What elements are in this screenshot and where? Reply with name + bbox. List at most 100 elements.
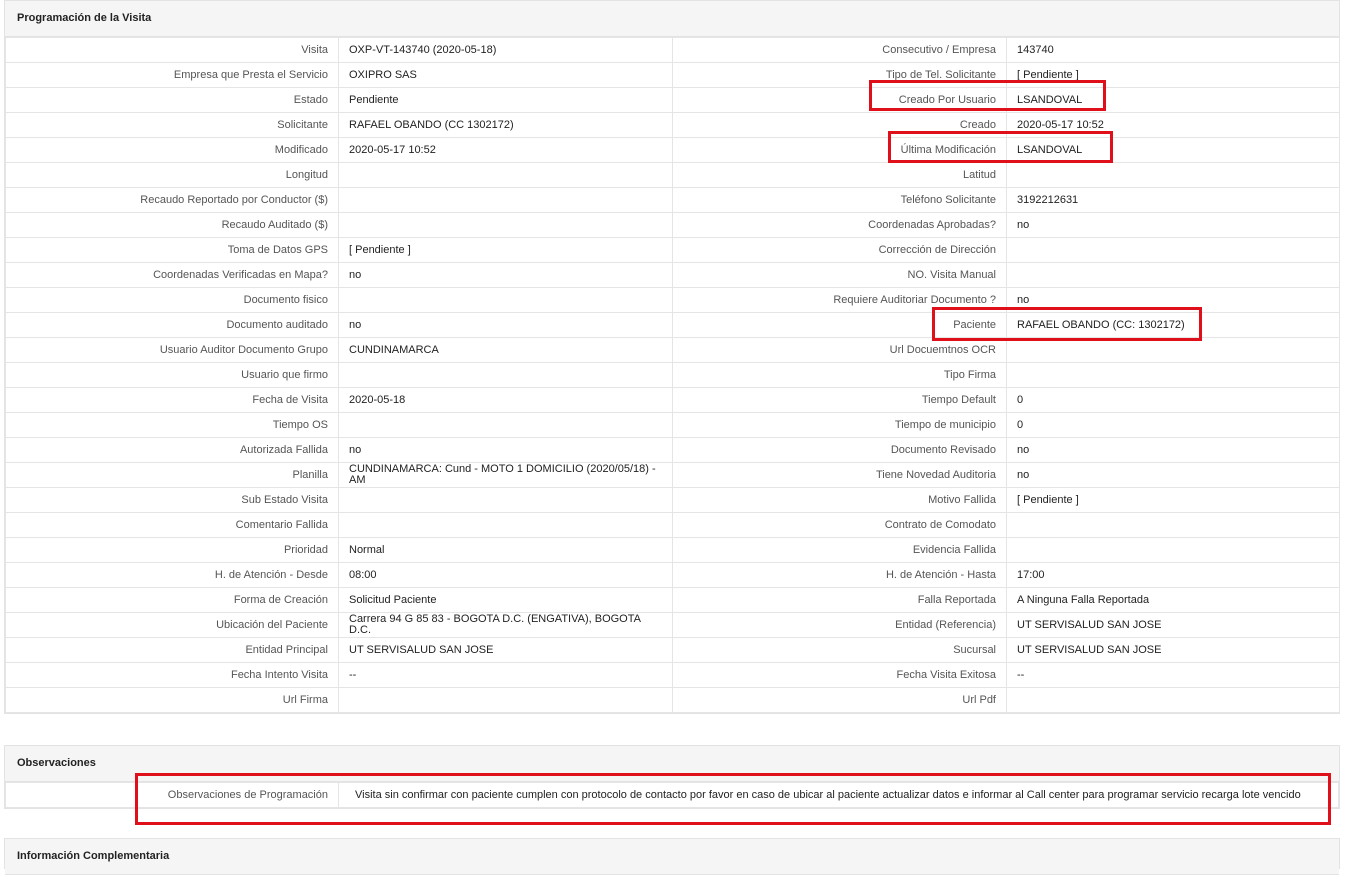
field-value-left: no <box>338 312 673 338</box>
table-row: Estado Pendiente Creado Por Usuario LSANDOV… <box>5 87 1340 113</box>
field-label-left: Tiempo OS <box>5 412 339 438</box>
field-value-left <box>338 362 673 388</box>
field-value-left <box>338 212 673 238</box>
field-value-right: RAFAEL OBANDO (CC: 1302172) <box>1006 312 1340 338</box>
field-value-right: no <box>1006 212 1340 238</box>
field-label-left: Documento auditado <box>5 312 339 338</box>
field-label-right: Corrección de Dirección <box>672 237 1007 263</box>
field-value-right <box>1006 512 1340 538</box>
field-label-left: Sub Estado Visita <box>5 487 339 513</box>
field-label-right: Consecutivo / Empresa <box>672 37 1007 63</box>
table-row: Usuario Auditor Documento Grupo CUNDINAMA… <box>5 337 1340 363</box>
field-label-left: Modificado <box>5 137 339 163</box>
field-value-left <box>338 412 673 438</box>
field-label-right: H. de Atención - Hasta <box>672 562 1007 588</box>
table-row: Empresa que Presta el Servicio OXIPRO SAS… <box>5 62 1340 88</box>
field-value-left <box>338 512 673 538</box>
field-label-left: Usuario que firmo <box>5 362 339 388</box>
field-value-left <box>338 162 673 188</box>
field-value-right: 17:00 <box>1006 562 1340 588</box>
field-label-right: Url Docuemtnos OCR <box>672 337 1007 363</box>
observaciones-table: Observaciones de Programación Visita sin… <box>5 782 1339 808</box>
field-label-right: Coordenadas Aprobadas? <box>672 212 1007 238</box>
table-row: Usuario que firmo Tipo Firma <box>5 362 1340 388</box>
table-row: Planilla CUNDINAMARCA: Cund - MOTO 1 DOMI… <box>5 462 1340 488</box>
programacion-title: Programación de la Visita <box>5 1 1339 37</box>
field-value-left: [ Pendiente ] <box>338 237 673 263</box>
field-value-left: UT SERVISALUD SAN JOSE <box>338 637 673 663</box>
field-value-left: no <box>338 262 673 288</box>
field-value-left: 2020-05-17 10:52 <box>338 137 673 163</box>
field-value-left <box>338 687 673 713</box>
field-value-right: 3192212631 <box>1006 187 1340 213</box>
field-label-left: Url Firma <box>5 687 339 713</box>
field-value-right: 0 <box>1006 387 1340 413</box>
field-value-right: UT SERVISALUD SAN JOSE <box>1006 637 1340 663</box>
field-label-left: H. de Atención - Desde <box>5 562 339 588</box>
field-value-right: 143740 <box>1006 37 1340 63</box>
field-value-right <box>1006 537 1340 563</box>
field-label-left: Solicitante <box>5 112 339 138</box>
field-value-left: CUNDINAMARCA <box>338 337 673 363</box>
table-row: Recaudo Auditado ($) Coordenadas Aprobada… <box>5 212 1340 238</box>
field-value-right: 2020-05-17 10:52 <box>1006 112 1340 138</box>
field-label-left: Estado <box>5 87 339 113</box>
field-label-right: Tiempo de municipio <box>672 412 1007 438</box>
table-row: Comentario Fallida Contrato de Comodato <box>5 512 1340 538</box>
field-label-left: Entidad Principal <box>5 637 339 663</box>
field-value-left: Carrera 94 G 85 83 - BOGOTA D.C. (ENGATI… <box>338 612 673 638</box>
table-row: Documento fisico Requiere Auditoriar Docu… <box>5 287 1340 313</box>
info-complementaria-title: Información Complementaria <box>5 839 1339 875</box>
field-value-left <box>338 487 673 513</box>
field-label-left: Usuario Auditor Documento Grupo <box>5 337 339 363</box>
table-row: Fecha de Visita 2020-05-18 Tiempo Default 0 <box>5 387 1340 413</box>
programacion-panel: Programación de la Visita Visita OXP-VT-1… <box>4 0 1340 714</box>
field-value-left: Solicitud Paciente <box>338 587 673 613</box>
field-label-right: Creado <box>672 112 1007 138</box>
field-label-right: Contrato de Comodato <box>672 512 1007 538</box>
field-label-right: Url Pdf <box>672 687 1007 713</box>
table-row: Documento auditado no Paciente RAFAEL OBAND… <box>5 312 1340 338</box>
field-value-right: 0 <box>1006 412 1340 438</box>
field-label-left: Fecha de Visita <box>5 387 339 413</box>
field-label-left: Empresa que Presta el Servicio <box>5 62 339 88</box>
field-label-right: Requiere Auditoriar Documento ? <box>672 287 1007 313</box>
table-row: Tiempo OS Tiempo de municipio 0 <box>5 412 1340 438</box>
field-label-left: Forma de Creación <box>5 587 339 613</box>
field-value-right: no <box>1006 287 1340 313</box>
field-label-left: Coordenadas Verificadas en Mapa? <box>5 262 339 288</box>
field-label-right: Tipo Firma <box>672 362 1007 388</box>
field-label-right: NO. Visita Manual <box>672 262 1007 288</box>
field-label-right: Evidencia Fallida <box>672 537 1007 563</box>
field-label-right: Creado Por Usuario <box>672 87 1007 113</box>
table-row: H. de Atención - Desde 08:00 H. de Atenció… <box>5 562 1340 588</box>
table-row: Solicitante RAFAEL OBANDO (CC 1302172) Cre… <box>5 112 1340 138</box>
table-row: Forma de Creación Solicitud Paciente Falla… <box>5 587 1340 613</box>
field-value-left: Normal <box>338 537 673 563</box>
observaciones-value: Visita sin confirmar con paciente cumple… <box>338 782 1339 808</box>
field-value-left: 08:00 <box>338 562 673 588</box>
field-label-right: Latitud <box>672 162 1007 188</box>
field-value-right: no <box>1006 462 1340 488</box>
field-value-right: A Ninguna Falla Reportada <box>1006 587 1340 613</box>
observaciones-title: Observaciones <box>5 746 1339 782</box>
field-label-right: Tiempo Default <box>672 387 1007 413</box>
field-value-left <box>338 287 673 313</box>
field-value-left: 2020-05-18 <box>338 387 673 413</box>
field-label-right: Tipo de Tel. Solicitante <box>672 62 1007 88</box>
field-value-left: -- <box>338 662 673 688</box>
field-value-right: LSANDOVAL <box>1006 137 1340 163</box>
observaciones-panel: Observaciones Observaciones de Programac… <box>4 745 1340 809</box>
field-value-left: OXP-VT-143740 (2020-05-18) <box>338 37 673 63</box>
field-label-right: Paciente <box>672 312 1007 338</box>
table-row: Fecha Intento Visita -- Fecha Visita Exito… <box>5 662 1340 688</box>
field-label-left: Longitud <box>5 162 339 188</box>
field-value-left: CUNDINAMARCA: Cund - MOTO 1 DOMICILIO (2… <box>338 462 673 488</box>
field-label-right: Documento Revisado <box>672 437 1007 463</box>
field-value-right: UT SERVISALUD SAN JOSE <box>1006 612 1340 638</box>
field-label-left: Toma de Datos GPS <box>5 237 339 263</box>
field-label-right: Teléfono Solicitante <box>672 187 1007 213</box>
field-value-right: -- <box>1006 662 1340 688</box>
field-value-left: RAFAEL OBANDO (CC 1302172) <box>338 112 673 138</box>
table-row: Entidad Principal UT SERVISALUD SAN JOSE S… <box>5 637 1340 663</box>
